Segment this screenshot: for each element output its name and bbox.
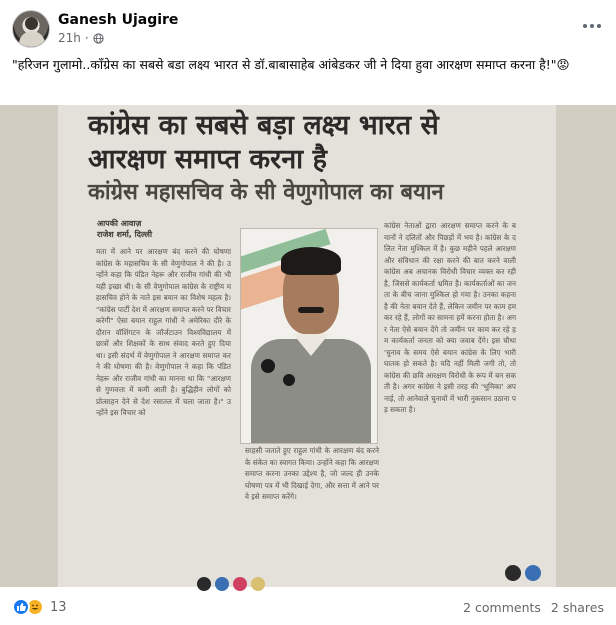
reaction-count: 13 <box>50 599 67 615</box>
byline-source: आपकी आवाज़ <box>97 219 142 228</box>
adjacent-column-right <box>556 105 616 587</box>
post-meta: 21h · <box>58 31 104 45</box>
meta-separator: · <box>84 31 89 45</box>
author-avatar[interactable] <box>12 10 50 48</box>
byline-reporter: राजेश शर्मा, दिल्ली <box>97 230 153 239</box>
facebook-post-card: Ganesh Ujagire 21h · "हरिजन गुलामो..कॉंग… <box>0 0 616 625</box>
comments-link[interactable]: 2 comments <box>463 600 541 615</box>
press-photo <box>240 228 378 444</box>
person-hair <box>281 247 341 275</box>
headline-line-2: आरक्षण समाप्त करना है <box>88 144 327 175</box>
avatar-body-shape <box>19 31 45 47</box>
headline-line-1: कांग्रेस का सबसे बड़ा लक्ष्य भारत से <box>88 110 439 141</box>
avatar-head-shape <box>25 17 38 30</box>
engagement-stats: 2 comments 2 shares <box>463 600 604 615</box>
person-moustache <box>298 307 324 313</box>
adjacent-column-left <box>0 105 58 587</box>
microphone-icon <box>283 374 295 386</box>
post-header: Ganesh Ujagire 21h · <box>0 0 616 56</box>
like-icon <box>12 598 30 616</box>
article-column-3: कांग्रेस नेताओं द्वारा आरक्षण समाप्त करन… <box>384 221 516 414</box>
byline: आपकी आवाज़ राजेश शर्मा, दिल्ली <box>97 218 152 240</box>
decorative-dots <box>197 577 265 591</box>
post-time[interactable]: 21h <box>58 31 81 45</box>
article-column-1: मता में आने पर आरक्षण बंद करने की घोषणा … <box>96 247 231 417</box>
microphone-icon <box>261 359 275 373</box>
reactions-summary[interactable]: 13 <box>12 598 67 616</box>
author-name[interactable]: Ganesh Ujagire <box>58 12 178 28</box>
article-column-2: साहसी जताते हुए राहुल गांधी के आरक्षण बं… <box>245 446 379 501</box>
post-footer: 13 2 comments 2 shares <box>0 590 616 625</box>
globe-icon <box>93 32 104 44</box>
shares-link[interactable]: 2 shares <box>551 600 604 615</box>
decorative-dots-right <box>505 565 541 581</box>
newspaper-headline: कांग्रेस का सबसे बड़ा लक्ष्य भारत से आरक… <box>88 109 548 207</box>
subheadline: कांग्रेस महासचिव के सी वेणुगोपाल का बयान <box>88 179 444 205</box>
post-caption: "हरिजन गुलामो..कॉंग्रेस का सबसे बडा लक्ष… <box>12 57 570 72</box>
more-options-icon[interactable] <box>578 16 606 36</box>
